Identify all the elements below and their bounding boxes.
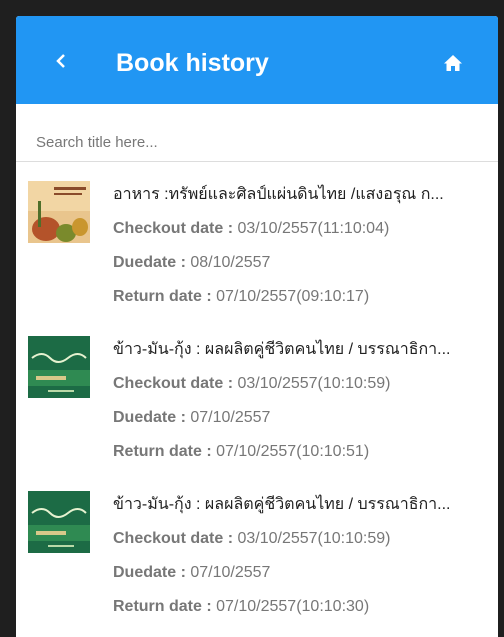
checkout-date-value: 03/10/2557(10:10:59)	[237, 375, 391, 392]
return-date-row: Return date : 07/10/2557(10:10:51)	[113, 440, 493, 464]
due-date-row: Duedate : 07/10/2557	[113, 406, 493, 430]
checkout-date-row: Checkout date : 03/10/2557(10:10:59)	[113, 527, 493, 551]
checkout-date-value: 03/10/2557(10:10:59)	[237, 530, 391, 547]
due-date-row: Duedate : 08/10/2557	[113, 251, 493, 275]
return-date-row: Return date : 07/10/2557(10:10:30)	[113, 595, 493, 619]
due-date-value: 07/10/2557	[190, 564, 271, 581]
return-date-value: 07/10/2557(10:10:51)	[216, 443, 370, 460]
book-info: ข้าว-มัน-กุ้ง : ผลผลิตคู่ชีวิตคนไทย / บร…	[113, 338, 493, 464]
book-cover-image	[28, 336, 90, 398]
book-cover-image	[28, 181, 90, 243]
due-date-value: 07/10/2557	[190, 409, 271, 426]
list-item[interactable]: ข้าว-มัน-กุ้ง : ผลผลิตคู่ชีวิตคนไทย / บร…	[16, 326, 498, 481]
checkout-date-value: 03/10/2557(11:10:04)	[237, 220, 390, 237]
book-title: ข้าว-มัน-กุ้ง : ผลผลิตคู่ชีวิตคนไทย / บร…	[113, 341, 451, 358]
checkout-date-label: Checkout date :	[113, 220, 238, 237]
due-date-label: Duedate :	[113, 409, 191, 426]
book-title: ข้าว-มัน-กุ้ง : ผลผลิตคู่ชีวิตคนไทย / บร…	[113, 496, 451, 513]
back-button[interactable]	[46, 46, 76, 76]
search-input[interactable]	[16, 124, 498, 162]
checkout-date-label: Checkout date :	[113, 375, 238, 392]
return-date-label: Return date :	[113, 598, 217, 615]
book-cover-image	[28, 491, 90, 553]
list-item[interactable]: อาหาร :ทรัพย์และศิลป์แผ่นดินไทย /แสงอรุณ…	[16, 171, 498, 326]
page-title: Book history	[116, 49, 269, 77]
return-date-label: Return date :	[113, 443, 217, 460]
app-header: Book history	[16, 16, 498, 104]
return-date-value: 07/10/2557(10:10:30)	[216, 598, 370, 615]
checkout-date-row: Checkout date : 03/10/2557(10:10:59)	[113, 372, 493, 396]
due-date-label: Duedate :	[113, 564, 191, 581]
book-info: ข้าว-มัน-กุ้ง : ผลผลิตคู่ชีวิตคนไทย / บร…	[113, 493, 493, 619]
chevron-left-icon	[56, 54, 65, 68]
due-date-label: Duedate :	[113, 254, 191, 271]
app-frame: Book history Search title here... อาหาร …	[16, 16, 498, 637]
checkout-date-row: Checkout date : 03/10/2557(11:10:04)	[113, 217, 493, 241]
checkout-date-label: Checkout date :	[113, 530, 238, 547]
return-date-label: Return date :	[113, 288, 217, 305]
home-icon	[444, 55, 462, 71]
return-date-value: 07/10/2557(09:10:17)	[216, 288, 370, 305]
list-item[interactable]: ข้าว-มัน-กุ้ง : ผลผลิตคู่ชีวิตคนไทย / บร…	[16, 481, 498, 636]
due-date-value: 08/10/2557	[190, 254, 271, 271]
return-date-row: Return date : 07/10/2557(09:10:17)	[113, 285, 493, 309]
home-button[interactable]	[436, 46, 470, 80]
book-info: อาหาร :ทรัพย์และศิลป์แผ่นดินไทย /แสงอรุณ…	[113, 183, 493, 309]
book-title: อาหาร :ทรัพย์และศิลป์แผ่นดินไทย /แสงอรุณ…	[113, 186, 444, 203]
due-date-row: Duedate : 07/10/2557	[113, 561, 493, 585]
book-history-list: อาหาร :ทรัพย์และศิลป์แผ่นดินไทย /แสงอรุณ…	[16, 171, 498, 636]
